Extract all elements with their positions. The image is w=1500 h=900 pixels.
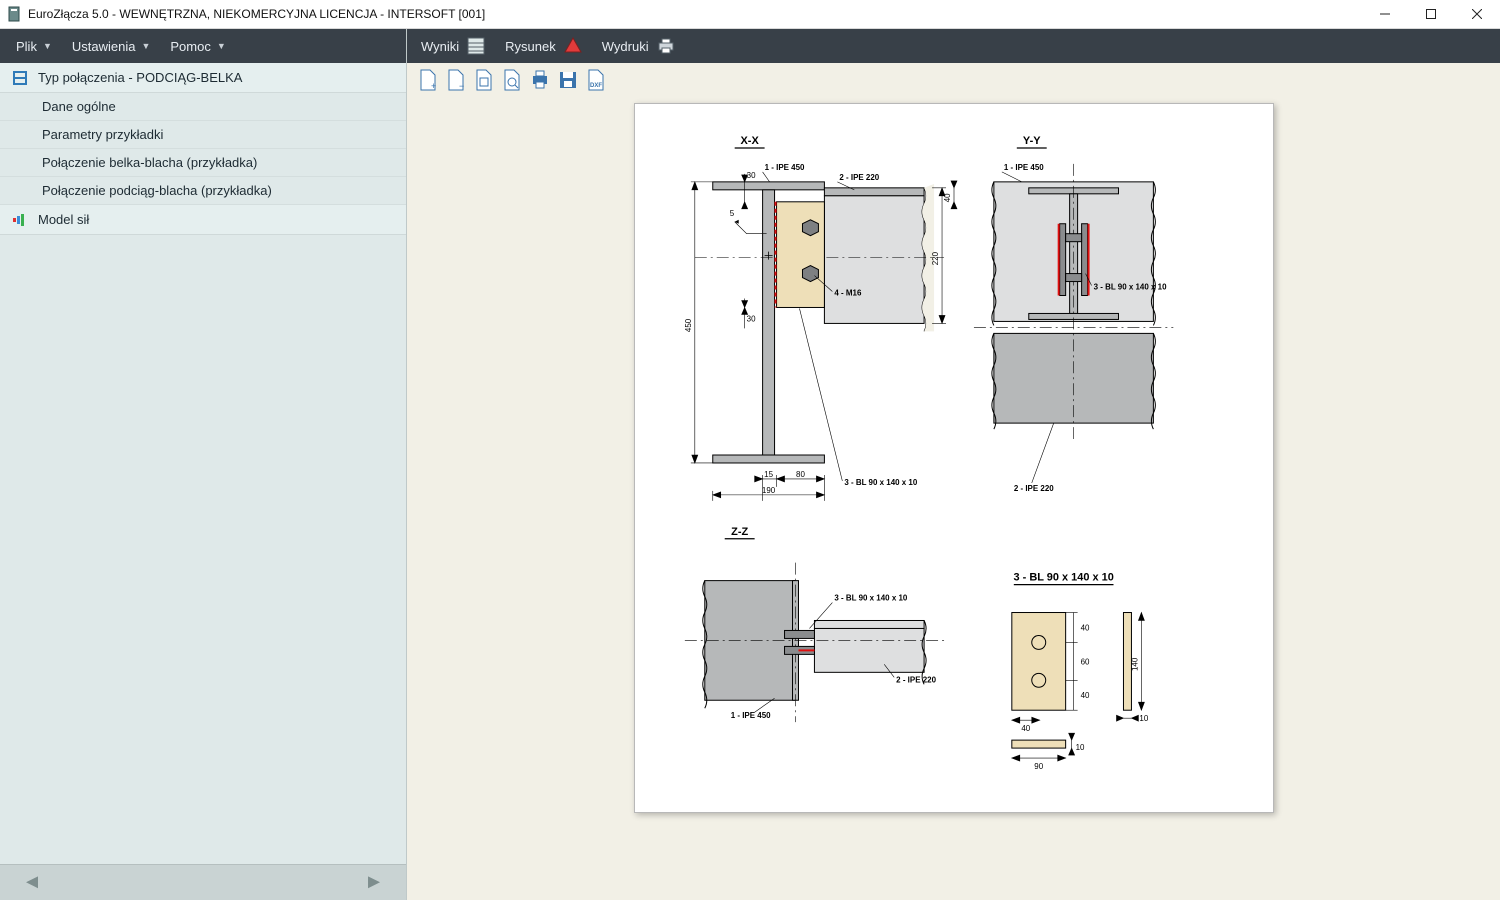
xx-dim-220: 220: [931, 251, 940, 265]
tree-item-plate-params[interactable]: Parametry przykładki: [0, 121, 406, 149]
doc-new-icon[interactable]: +: [419, 69, 437, 91]
yy-lbl-ipe450: 1 - IPE 450: [1003, 163, 1043, 172]
force-model-icon: [12, 212, 28, 228]
tree-header-force-model[interactable]: Model sił: [0, 205, 406, 235]
doc-print-icon[interactable]: [531, 69, 549, 91]
tree-item-label: Połączenie podciąg-blacha (przykładka): [42, 183, 272, 198]
xx-dim-190: 190: [761, 486, 775, 495]
zz-lbl-ipe220: 2 - IPE 220: [896, 675, 936, 684]
maximize-button[interactable]: [1408, 0, 1454, 28]
toolbar-main: Wyniki Rysunek Wydruki: [407, 29, 1500, 63]
chevron-down-icon: ▼: [141, 41, 150, 51]
tree-header-connection-type[interactable]: Typ połączenia - PODCIĄG-BELKA: [0, 63, 406, 93]
xx-lbl-bl: 3 - BL 90 x 140 x 10: [844, 478, 918, 487]
plate-top: [1011, 740, 1065, 748]
tool-drawing-label: Rysunek: [505, 39, 556, 54]
titlebar: EuroZłącza 5.0 - WEWNĘTRZNA, NIEKOMERCYJ…: [0, 0, 1500, 29]
tree-item-general[interactable]: Dane ogólne: [0, 93, 406, 121]
plate-dim-60: 60: [1080, 657, 1089, 666]
zz-lbl-ipe450: 1 - IPE 450: [730, 711, 770, 720]
plate-detail-title: 3 - BL 90 x 140 x 10: [1013, 572, 1113, 584]
tool-drawing[interactable]: Rysunek: [497, 29, 590, 63]
xx-plate: [776, 202, 824, 308]
xx-dim-30-top: 30: [746, 171, 755, 180]
plate-dim-140: 140: [1130, 657, 1139, 671]
menu-file-label: Plik: [16, 39, 37, 54]
yy-lbl-bl: 3 - BL 90 x 140 x 10: [1093, 283, 1167, 292]
chevron-down-icon: ▼: [43, 41, 52, 51]
plate-dim-40b: 40: [1080, 691, 1089, 700]
doc-bounds-icon[interactable]: [475, 69, 493, 91]
menubar: Plik ▼ Ustawienia ▼ Pomoc ▼: [0, 29, 406, 63]
tool-results[interactable]: Wyniki: [413, 29, 493, 63]
xx-dim-450: 450: [683, 318, 692, 332]
xx-dim-15: 15: [764, 470, 773, 479]
menu-help-label: Pomoc: [170, 39, 210, 54]
tree-header-label: Model sił: [38, 212, 89, 227]
doc-remove-icon[interactable]: −: [447, 69, 465, 91]
tree-item-beam-plate[interactable]: Połączenie belka-blacha (przykładka): [0, 149, 406, 177]
tool-printouts[interactable]: Wydruki: [594, 29, 683, 63]
tool-results-label: Wyniki: [421, 39, 459, 54]
xx-weld-sym: 5: [729, 209, 734, 218]
window-title: EuroZłącza 5.0 - WEWNĘTRZNA, NIEKOMERCYJ…: [28, 7, 1362, 21]
yy-lbl-ipe220: 2 - IPE 220: [1013, 484, 1053, 493]
plate-dim-40c: 40: [1021, 724, 1030, 733]
tree-item-label: Parametry przykładki: [42, 127, 163, 142]
printer-icon: [657, 37, 675, 55]
tree-item-label: Dane ogólne: [42, 99, 116, 114]
svg-text:+: +: [431, 81, 436, 91]
chevron-down-icon: ▼: [217, 41, 226, 51]
close-button[interactable]: [1454, 0, 1500, 28]
plate-dim-10b: 10: [1075, 743, 1084, 752]
xx-dim-30-bot: 30: [746, 314, 755, 323]
plate-dim-90: 90: [1034, 762, 1043, 771]
tree-item-label: Połączenie belka-blacha (przykładka): [42, 155, 257, 170]
drawing-paper: X-X: [634, 103, 1274, 813]
menu-help[interactable]: Pomoc ▼: [160, 29, 235, 63]
xx-lbl-m16: 4 - M16: [834, 289, 862, 298]
nav-prev-button[interactable]: ◄: [18, 871, 46, 895]
window-controls: [1362, 0, 1500, 28]
svg-text:−: −: [459, 81, 464, 91]
tree-header-label: Typ połączenia - PODCIĄG-BELKA: [38, 70, 242, 85]
xx-dim-40: 40: [943, 193, 952, 202]
doc-dxf-icon[interactable]: DXF: [587, 69, 605, 91]
menu-file[interactable]: Plik ▼: [6, 29, 62, 63]
left-pane: Plik ▼ Ustawienia ▼ Pomoc ▼ Typ połączenia …: [0, 29, 407, 900]
connection-type-icon: [12, 70, 28, 86]
menu-settings-label: Ustawienia: [72, 39, 136, 54]
section-zz-title: Z-Z: [731, 526, 748, 538]
doc-save-icon[interactable]: [559, 69, 577, 91]
plate-front: [1011, 613, 1065, 711]
section-yy-title: Y-Y: [1022, 135, 1040, 147]
sidebar-tree: Typ połączenia - PODCIĄG-BELKA Dane ogól…: [0, 63, 406, 864]
footer-nav: ◄ ►: [0, 864, 406, 900]
plate-dim-10a: 10: [1139, 714, 1148, 723]
tree-item-girder-plate[interactable]: Połączenie podciąg-blacha (przykładka): [0, 177, 406, 205]
xx-lbl-ipe450: 1 - IPE 450: [764, 163, 804, 172]
xx-lbl-ipe220: 2 - IPE 220: [839, 173, 879, 182]
minimize-button[interactable]: [1362, 0, 1408, 28]
plate-dim-40a: 40: [1080, 623, 1089, 632]
xx-dim-80: 80: [796, 470, 805, 479]
zz-girder: [702, 581, 794, 709]
zz-lbl-bl: 3 - BL 90 x 140 x 10: [834, 594, 908, 603]
results-icon: [467, 37, 485, 55]
drawing-canvas-wrap: X-X: [407, 97, 1500, 900]
doc-preview-icon[interactable]: [503, 69, 521, 91]
section-xx-title: X-X: [740, 135, 759, 147]
tool-printouts-label: Wydruki: [602, 39, 649, 54]
app-icon: [6, 6, 22, 22]
svg-text:DXF: DXF: [590, 83, 602, 89]
toolbar-document: + − DXF: [407, 63, 1500, 97]
drawing-icon: [564, 37, 582, 55]
right-pane: Wyniki Rysunek Wydruki + − DXF: [407, 29, 1500, 900]
menu-settings[interactable]: Ustawienia ▼: [62, 29, 161, 63]
nav-next-button[interactable]: ►: [360, 871, 388, 895]
